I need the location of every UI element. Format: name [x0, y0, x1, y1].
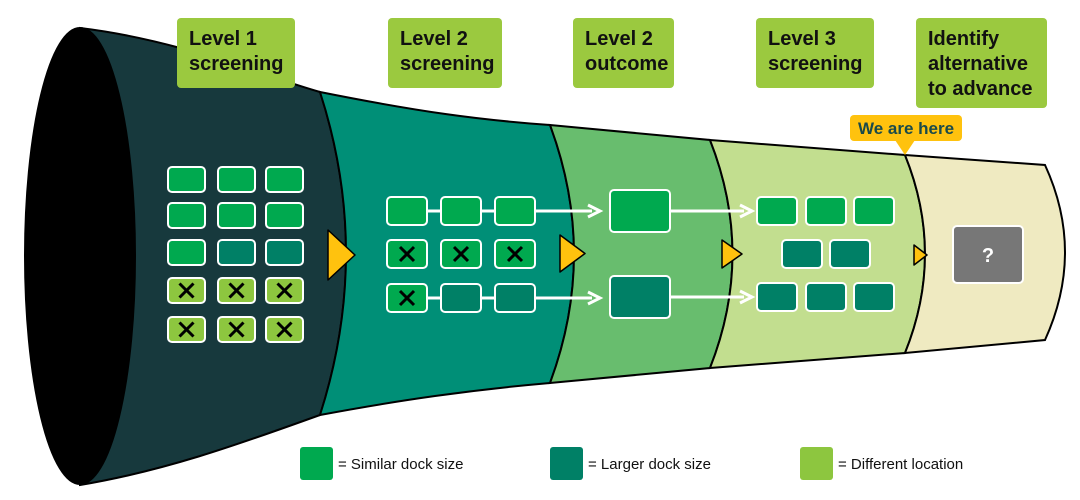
legend-label: = Different location: [838, 456, 963, 473]
stage-label-text: alternative: [928, 53, 1028, 75]
similar-dock-box: [805, 196, 847, 226]
similar-dock-box: [167, 166, 206, 193]
larger-dock-box: [494, 283, 536, 313]
legend-swatch: [550, 447, 583, 480]
legend-swatch: [800, 447, 833, 480]
stage-label-text: screening: [400, 53, 494, 75]
larger-dock-box: [853, 282, 895, 312]
larger-dock-box: [440, 283, 482, 313]
similar-dock-box: [265, 202, 304, 229]
stage-label: Level 2 outcome: [573, 18, 674, 88]
similar-dock-box: [494, 196, 536, 226]
larger-dock-box: [805, 282, 847, 312]
legend-swatch: [300, 447, 333, 480]
stage-label-text: screening: [189, 53, 283, 75]
stage-label: Level 1 screening: [177, 18, 295, 88]
similar-dock-box: [756, 196, 798, 226]
stage-label-text: to advance: [928, 78, 1032, 100]
different-location-box: [217, 316, 256, 343]
similar-dock-box: [440, 196, 482, 226]
similar-dock-box: [609, 189, 671, 233]
different-location-box: [265, 277, 304, 304]
stage-label-text: outcome: [585, 53, 668, 75]
similar-dock-box: [167, 239, 206, 266]
funnel-diagram: Level 1 screening Level 2 screening Level 2 o…: [24, 18, 1066, 487]
legend-item: = Similar dock size: [300, 447, 463, 480]
similar-dock-box: [386, 196, 428, 226]
question-mark: ?: [982, 245, 994, 267]
similar-dock-box: [386, 239, 428, 269]
larger-dock-box: [217, 239, 256, 266]
stage-label-text: screening: [768, 53, 862, 75]
different-location-box: [265, 316, 304, 343]
different-location-box: [167, 277, 206, 304]
legend-label: = Larger dock size: [588, 456, 711, 473]
legend-item: = Larger dock size: [550, 447, 711, 480]
larger-dock-box: [265, 239, 304, 266]
similar-dock-box: [167, 202, 206, 229]
larger-dock-box: [829, 239, 871, 269]
unknown-alternative-box: ?: [952, 225, 1024, 284]
we-are-here-text: We are here: [858, 119, 954, 138]
stage-label-text: Level 3: [768, 28, 836, 50]
similar-dock-box: [265, 166, 304, 193]
different-location-box: [217, 277, 256, 304]
larger-dock-box: [756, 282, 798, 312]
legend-label: = Similar dock size: [338, 456, 463, 473]
stage-label-text: Level 2: [585, 28, 653, 50]
similar-dock-box: [440, 239, 482, 269]
stage-label-text: Level 2: [400, 28, 468, 50]
stage-label: Level 2 screening: [388, 18, 502, 88]
different-location-box: [167, 316, 206, 343]
similar-dock-box: [217, 202, 256, 229]
stage-label: Level 3 screening: [756, 18, 874, 88]
similar-dock-box: [386, 283, 428, 313]
we-are-here-marker: We are here: [850, 115, 962, 155]
stage-label-text: Identify: [928, 28, 1000, 50]
stage-label-text: Level 1: [189, 28, 257, 50]
larger-dock-box: [781, 239, 823, 269]
similar-dock-box: [217, 166, 256, 193]
similar-dock-box: [494, 239, 536, 269]
similar-dock-box: [853, 196, 895, 226]
stage-label: Identify alternative to advance: [916, 18, 1047, 108]
larger-dock-box: [609, 275, 671, 319]
legend-item: = Different location: [800, 447, 963, 480]
funnel-mouth: [24, 27, 136, 485]
